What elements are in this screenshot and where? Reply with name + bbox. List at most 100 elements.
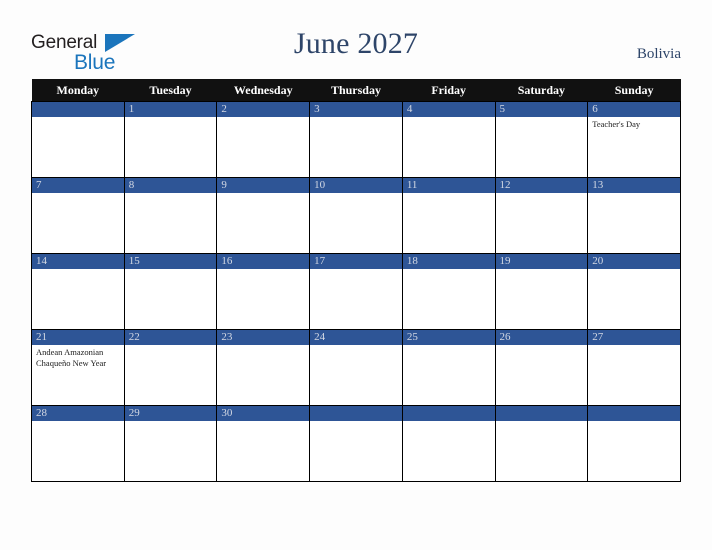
calendar-day-cell[interactable]: 18 (401, 253, 496, 330)
calendar-day-cell[interactable] (494, 405, 589, 482)
calendar-day-cell[interactable]: 29 (123, 405, 218, 482)
day-number: 22 (124, 330, 217, 345)
calendar-day-cell[interactable]: 9 (216, 177, 311, 254)
calendar-day-cell[interactable]: 20 (587, 253, 681, 330)
calendar-day-cell[interactable]: 12 (494, 177, 589, 254)
calendar-day-cell[interactable]: 15 (123, 253, 218, 330)
calendar-page: General Blue June 2027 Bolivia Monday Tu… (0, 0, 712, 550)
day-events (125, 193, 217, 195)
calendar-day-cell[interactable]: 17 (309, 253, 403, 330)
day-cell-content: 23 (217, 330, 310, 405)
day-cell-content: 14 (32, 254, 124, 329)
day-cell-content (495, 406, 588, 481)
day-number: 26 (495, 330, 588, 345)
day-cell-content: 5 (495, 102, 588, 177)
day-events (32, 269, 124, 271)
day-cell-content: 11 (402, 178, 495, 253)
day-cell-content: 30 (217, 406, 310, 481)
day-cell-content (32, 102, 124, 177)
day-events: Andean Amazonian Chaqueño New Year (32, 345, 124, 368)
calendar-day-cell[interactable]: 7 (31, 177, 125, 254)
day-events (403, 345, 495, 347)
day-number: 2 (217, 102, 310, 117)
day-number: 3 (310, 102, 402, 117)
calendar-day-cell[interactable]: 1 (123, 101, 218, 178)
day-number: 14 (32, 254, 124, 269)
calendar-day-cell[interactable] (31, 101, 125, 178)
day-events (403, 193, 495, 195)
calendar-day-cell[interactable]: 16 (216, 253, 311, 330)
day-cell-content (402, 406, 495, 481)
day-number: 7 (32, 178, 124, 193)
calendar-day-cell[interactable] (401, 405, 496, 482)
weekday-header-sunday: Sunday (587, 79, 681, 102)
day-events (125, 421, 217, 423)
day-events (217, 269, 309, 271)
calendar-day-cell[interactable]: 11 (401, 177, 496, 254)
calendar-day-cell[interactable]: 19 (494, 253, 589, 330)
day-cell-content: 6 Teacher's Day (588, 102, 680, 177)
day-number: 29 (124, 406, 217, 421)
day-number: 16 (217, 254, 310, 269)
calendar-day-cell[interactable]: 4 (401, 101, 496, 178)
weekday-header-tuesday: Tuesday (124, 79, 217, 102)
day-cell-content (588, 406, 680, 481)
day-cell-content: 21 Andean Amazonian Chaqueño New Year (32, 330, 124, 405)
day-events (310, 117, 402, 119)
day-events (310, 269, 402, 271)
day-number: 1 (124, 102, 217, 117)
calendar-day-cell[interactable]: 23 (216, 329, 311, 406)
day-cell-content: 27 (588, 330, 680, 405)
day-events (310, 345, 402, 347)
calendar-day-cell[interactable]: 2 (216, 101, 311, 178)
day-events (125, 269, 217, 271)
calendar-day-cell[interactable]: 27 (587, 329, 681, 406)
day-number: 12 (495, 178, 588, 193)
day-number: 30 (217, 406, 310, 421)
day-number: 5 (495, 102, 588, 117)
day-cell-content: 1 (124, 102, 217, 177)
day-number (588, 406, 680, 421)
day-events (496, 421, 588, 423)
day-cell-content: 16 (217, 254, 310, 329)
day-number: 20 (588, 254, 680, 269)
page-title: June 2027 (293, 27, 419, 60)
calendar-day-cell[interactable]: 24 (309, 329, 403, 406)
calendar-day-cell[interactable]: 14 (31, 253, 125, 330)
day-events (496, 117, 588, 119)
day-cell-content: 25 (402, 330, 495, 405)
calendar-day-cell[interactable]: 3 (309, 101, 403, 178)
calendar-day-cell[interactable]: 5 (494, 101, 589, 178)
day-cell-content: 4 (402, 102, 495, 177)
calendar-day-cell[interactable] (587, 405, 681, 482)
day-number: 11 (402, 178, 495, 193)
day-number: 21 (32, 330, 124, 345)
calendar-week-row: 28 29 30 (31, 405, 681, 482)
day-events (310, 421, 402, 423)
calendar-day-cell[interactable]: 21 Andean Amazonian Chaqueño New Year (31, 329, 125, 406)
day-events (588, 345, 680, 347)
calendar-day-cell[interactable]: 22 (123, 329, 218, 406)
day-events (588, 193, 680, 195)
day-events (125, 345, 217, 347)
calendar-week-row: 21 Andean Amazonian Chaqueño New Year 22 23… (31, 329, 681, 406)
calendar-week-row: 7 8 9 10 11 12 13 (31, 177, 681, 254)
day-events (217, 193, 309, 195)
calendar-day-cell[interactable]: 30 (216, 405, 311, 482)
day-number: 9 (217, 178, 310, 193)
day-cell-content: 10 (310, 178, 402, 253)
country-label: Bolivia (636, 46, 681, 62)
calendar-day-cell[interactable]: 28 (31, 405, 125, 482)
day-cell-content: 15 (124, 254, 217, 329)
calendar-day-cell[interactable]: 8 (123, 177, 218, 254)
day-events (32, 193, 124, 195)
calendar-day-cell[interactable]: 25 (401, 329, 496, 406)
calendar-day-cell[interactable]: 10 (309, 177, 403, 254)
calendar-day-cell[interactable]: 6 Teacher's Day (587, 101, 681, 178)
calendar-day-cell[interactable] (309, 405, 403, 482)
day-number: 25 (402, 330, 495, 345)
day-cell-content: 8 (124, 178, 217, 253)
calendar-day-cell[interactable]: 26 (494, 329, 589, 406)
calendar-day-cell[interactable]: 13 (587, 177, 681, 254)
day-number: 8 (124, 178, 217, 193)
